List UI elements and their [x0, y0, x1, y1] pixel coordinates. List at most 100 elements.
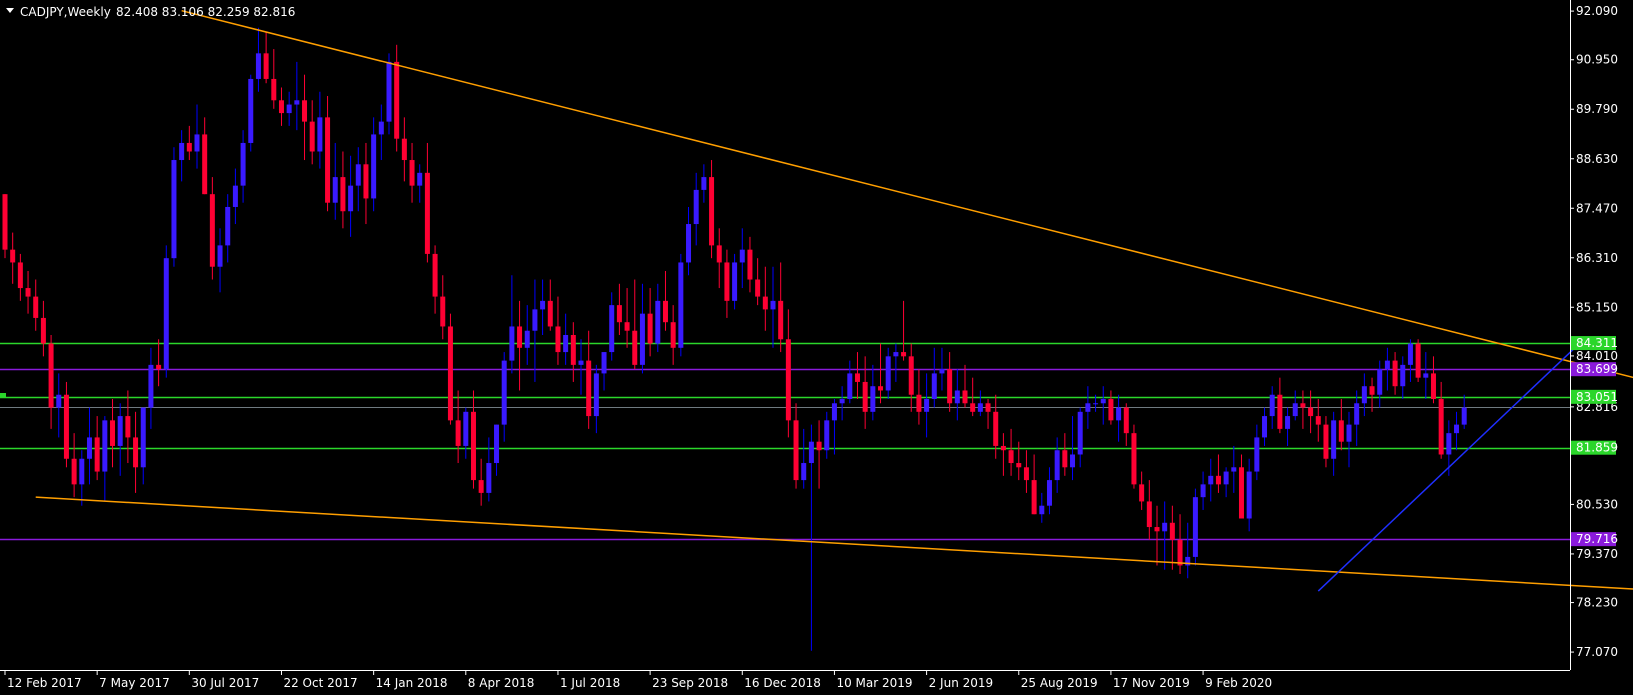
time-axis-label: 17 Nov 2019 — [1113, 676, 1190, 690]
candle-body — [747, 249, 753, 280]
candle-body — [601, 352, 607, 374]
candle-body — [755, 279, 761, 297]
candle-body — [878, 386, 884, 391]
candle-body — [40, 317, 46, 344]
candle-body — [348, 185, 354, 212]
candle-body — [1108, 399, 1114, 421]
time-axis-label: 12 Feb 2017 — [7, 676, 82, 690]
price-axis-label: 80.530 — [1576, 497, 1618, 511]
candle-body — [586, 360, 592, 417]
time-axis-label: 23 Sep 2018 — [652, 676, 728, 690]
candle-body — [478, 480, 484, 493]
candle-body — [701, 177, 707, 190]
candle-body — [1346, 424, 1352, 442]
candlestick-chart[interactable]: CADJPY,Weekly 82.408 83.106 82.259 82.81… — [0, 0, 1633, 695]
candle-body — [847, 373, 853, 400]
candle-body — [355, 164, 361, 186]
candle-body — [1323, 424, 1329, 459]
candle-body — [801, 463, 807, 481]
candle-body — [125, 416, 131, 438]
candle-body — [1116, 407, 1122, 421]
candle-body — [647, 313, 653, 344]
candle-body — [94, 437, 100, 472]
candle-body — [724, 262, 730, 301]
candle-body — [939, 369, 945, 374]
candle-body — [1062, 450, 1068, 468]
candle-body — [1200, 484, 1206, 498]
candle-body — [1400, 364, 1406, 387]
candle-body — [624, 322, 630, 331]
candle-body — [532, 309, 538, 331]
price-axis-label: 78.230 — [1576, 596, 1618, 610]
candle-body — [1085, 403, 1091, 412]
candle-body — [1008, 450, 1014, 464]
symbol-timeframe-label: CADJPY,Weekly — [20, 5, 111, 19]
candle-body — [371, 134, 377, 199]
time-axis-label: 25 Aug 2019 — [1021, 676, 1098, 690]
candle-body — [1285, 416, 1291, 429]
ohlc-values: 82.408 83.106 82.259 82.816 — [116, 5, 295, 19]
price-label-text: 84.311 — [1576, 336, 1618, 350]
time-axis-label: 14 Jan 2018 — [376, 676, 448, 690]
candle-body — [1369, 386, 1375, 395]
candle-body — [686, 224, 692, 263]
candle-body — [793, 420, 799, 481]
candle-body — [778, 300, 784, 340]
candle-body — [248, 78, 254, 143]
candle-body — [839, 399, 845, 404]
candle-body — [1031, 480, 1037, 515]
candle-body — [954, 390, 960, 404]
candle-body — [71, 458, 77, 485]
candle-body — [470, 411, 476, 481]
candle-body — [317, 117, 323, 152]
candle-body — [302, 100, 308, 122]
candle-body — [110, 420, 116, 446]
time-axis-label: 8 Apr 2018 — [468, 676, 535, 690]
candle-body — [1292, 403, 1298, 417]
candle-body — [440, 296, 446, 327]
price-axis-label: 88.630 — [1576, 152, 1618, 166]
price-label-text: 83.051 — [1576, 390, 1618, 404]
candle-body — [732, 262, 738, 301]
candle-body — [1238, 467, 1244, 519]
candle-body — [1361, 386, 1367, 404]
candle-body — [555, 326, 561, 353]
candle-body — [985, 403, 991, 412]
candle-body — [63, 394, 69, 459]
candle-body — [893, 352, 899, 357]
candle-body — [1423, 373, 1429, 378]
time-axis-label: 16 Dec 2018 — [744, 676, 821, 690]
candle-body — [494, 424, 500, 464]
candle-body — [1177, 539, 1183, 566]
candle-body — [824, 420, 830, 451]
candle-body — [1254, 437, 1260, 472]
candle-body — [1331, 420, 1337, 459]
candle-body — [901, 352, 907, 357]
candle-body — [56, 394, 62, 408]
candle-body — [1070, 454, 1076, 468]
candle-body — [424, 172, 430, 254]
candle-body — [1384, 360, 1390, 370]
candle-body — [133, 437, 139, 468]
candle-body — [1016, 463, 1022, 468]
candle-body — [202, 134, 208, 195]
candle-body — [947, 369, 953, 404]
candle-body — [156, 364, 162, 370]
price-axis-label: 84.010 — [1576, 349, 1618, 363]
current-price-tick — [0, 393, 6, 398]
time-axis-label: 2 Jun 2019 — [929, 676, 994, 690]
time-axis-label: 10 Mar 2019 — [836, 676, 912, 690]
candle-body — [931, 373, 937, 400]
candle-body — [1354, 403, 1360, 425]
time-axis-label: 30 Jul 2017 — [191, 676, 259, 690]
candle-body — [102, 420, 108, 472]
candle-body — [394, 61, 400, 139]
candle-body — [486, 463, 492, 493]
candle-body — [171, 160, 177, 259]
price-axis-label: 89.790 — [1576, 102, 1618, 116]
candle-body — [716, 245, 722, 263]
chart-background — [0, 0, 1633, 695]
candle-body — [17, 262, 23, 289]
candle-body — [1446, 433, 1452, 455]
candle-body — [447, 326, 453, 421]
